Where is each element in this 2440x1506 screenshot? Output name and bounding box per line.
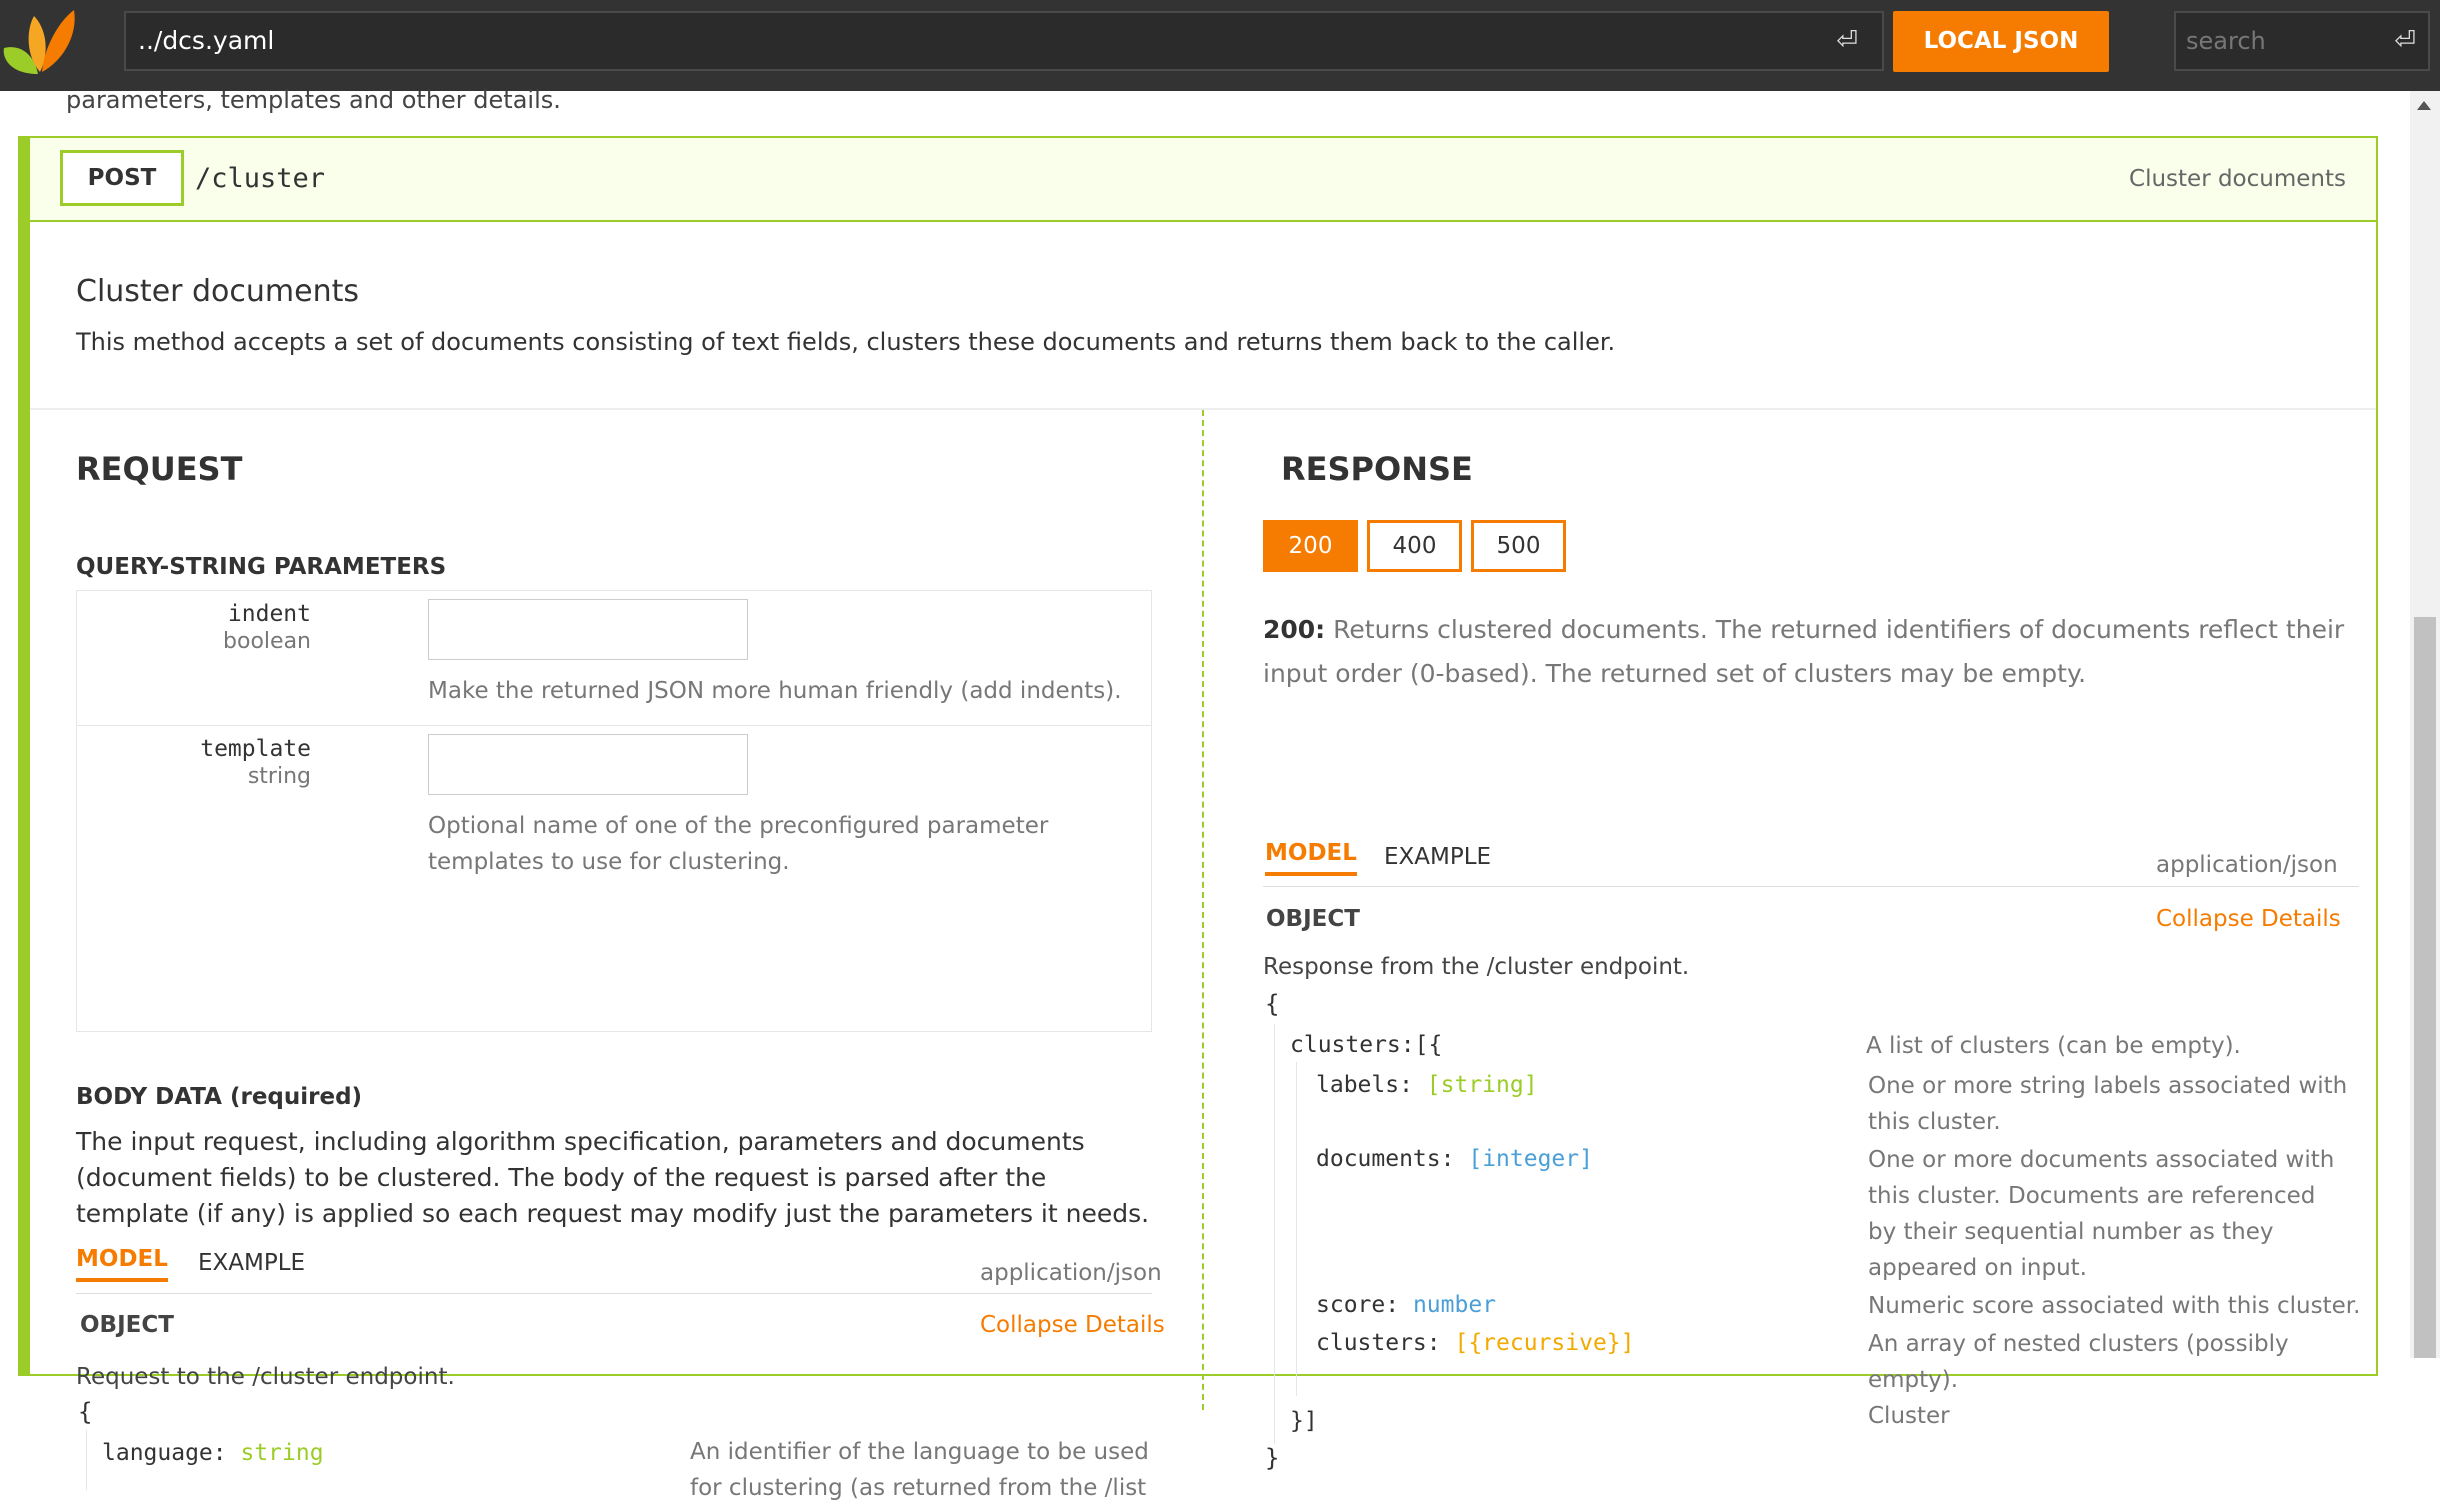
leaf-logo-icon[interactable] <box>0 0 80 82</box>
clusters-indent <box>1296 1062 1297 1396</box>
request-title: REQUEST <box>76 450 243 488</box>
method-badge-post[interactable]: POST <box>60 150 184 206</box>
search-placeholder: search <box>2186 27 2266 55</box>
status-text: Returns clustered documents. The returne… <box>1263 615 2345 688</box>
param-name: indent <box>227 601 311 627</box>
field-type[interactable]: [{recursive}] <box>1454 1330 1634 1356</box>
response-field-documents: documents: [integer] <box>1316 1146 1593 1172</box>
search-enter-icon[interactable]: ⏎ <box>2394 13 2416 69</box>
field-key: score: <box>1316 1292 1400 1318</box>
param-description: Optional name of one of the preconfigure… <box>428 813 1049 875</box>
response-model-description: Response from the /cluster endpoint. <box>1263 954 1690 980</box>
top-header: ../dcs.yaml ⏎ LOCAL JSON FILE search ⏎ <box>0 0 2440 115</box>
field-key: labels: <box>1316 1072 1413 1098</box>
query-params-table: indent boolean Make the returned JSON mo… <box>76 590 1152 1032</box>
field-key: documents: <box>1316 1146 1455 1172</box>
request-content-type: application/json <box>980 1260 1162 1286</box>
response-field-labels: labels: [string] <box>1316 1072 1538 1098</box>
field-type: [integer] <box>1468 1146 1593 1172</box>
request-field-language: language: string <box>102 1440 324 1466</box>
status-button-400[interactable]: 400 <box>1367 520 1462 572</box>
response-model-indent <box>1274 1024 1275 1444</box>
spec-url-input[interactable]: ../dcs.yaml ⏎ <box>124 11 1884 71</box>
operation-description: This method accepts a set of documents c… <box>76 328 1616 356</box>
field-type: [string] <box>1426 1072 1538 1098</box>
scroll-up-arrow-icon[interactable] <box>2417 101 2431 110</box>
request-open-brace: { <box>78 1398 93 1426</box>
tab-underline <box>1263 886 2359 887</box>
operation-header[interactable]: POST /cluster Cluster documents <box>30 138 2376 222</box>
field-description: One or more documents associated with th… <box>1868 1147 2335 1281</box>
field-open-bracket: [{ <box>1414 1032 1443 1058</box>
request-tab-example[interactable]: EXAMPLE <box>198 1250 305 1276</box>
scroll-thumb[interactable] <box>2414 617 2436 1358</box>
field-type: string <box>240 1440 324 1466</box>
request-field-description: An identifier of the language to be used… <box>690 1439 1149 1501</box>
query-string-title: QUERY-STRING PARAMETERS <box>76 554 447 580</box>
param-description: Make the returned JSON more human friend… <box>428 678 1122 704</box>
response-status-description: 200: Returns clustered documents. The re… <box>1263 608 2363 696</box>
response-field-clusters: clusters:[{ <box>1290 1032 1442 1058</box>
operation-summary: Cluster documents <box>2129 166 2346 192</box>
column-divider <box>1202 410 1204 1410</box>
template-input[interactable] <box>428 734 748 795</box>
param-row-indent: indent boolean Make the returned JSON mo… <box>77 591 1151 725</box>
status-label: 200: <box>1263 615 1326 644</box>
operation-path: /cluster <box>195 163 326 194</box>
response-object-label: OBJECT <box>1266 906 1360 932</box>
field-key: clusters: <box>1290 1032 1415 1058</box>
operation-panel: POST /cluster Cluster documents Cluster … <box>18 136 2378 1501</box>
field-key: clusters: <box>1316 1330 1441 1356</box>
response-tab-model[interactable]: MODEL <box>1265 840 1357 876</box>
field-type: number <box>1412 1292 1497 1318</box>
response-title: RESPONSE <box>1281 450 1473 488</box>
operation-title: Cluster documents <box>76 274 360 309</box>
param-type: string <box>247 764 311 789</box>
field-description: One or more string labels associated wit… <box>1868 1073 2348 1135</box>
tab-underline <box>76 1293 1152 1294</box>
request-model-indent <box>86 1430 87 1490</box>
search-input[interactable]: search ⏎ <box>2174 11 2430 71</box>
response-content-type: application/json <box>2156 852 2338 878</box>
status-button-200[interactable]: 200 <box>1263 520 1358 572</box>
response-field-nested-clusters: clusters: [{recursive}] <box>1316 1330 1635 1356</box>
param-name: template <box>200 736 311 762</box>
local-json-file-button[interactable]: LOCAL JSON FILE <box>1893 11 2109 115</box>
field-key: language: <box>102 1440 227 1466</box>
response-open-brace: { <box>1265 990 1280 1018</box>
request-collapse-details-link[interactable]: Collapse Details <box>980 1312 1165 1338</box>
request-model-description: Request to the /cluster endpoint. <box>76 1364 455 1390</box>
clusters-description: A list of clusters (can be empty). <box>1866 1033 2241 1059</box>
response-close-brace: } <box>1265 1444 1280 1472</box>
intro-text: parameters, templates and other details. <box>66 86 561 114</box>
body-data-title: BODY DATA (required) <box>76 1084 363 1110</box>
request-object-label: OBJECT <box>80 1312 174 1338</box>
response-field-score: score: number <box>1316 1292 1496 1318</box>
param-type: boolean <box>223 629 311 654</box>
url-enter-icon[interactable]: ⏎ <box>1836 13 1858 69</box>
response-collapse-details-link[interactable]: Collapse Details <box>2156 906 2341 932</box>
indent-input[interactable] <box>428 599 748 660</box>
page-scrollbar[interactable] <box>2410 91 2440 1358</box>
field-description-text: An array of nested clusters (possibly em… <box>1868 1331 2289 1393</box>
spec-url-value: ../dcs.yaml <box>138 26 275 55</box>
param-row-template: template string Optional name of one of … <box>77 725 1151 1032</box>
status-button-500[interactable]: 500 <box>1471 520 1566 572</box>
response-tab-example[interactable]: EXAMPLE <box>1384 844 1491 870</box>
field-description: Numeric score associated with this clust… <box>1868 1293 2361 1319</box>
field-ref-type: Cluster <box>1868 1403 1950 1429</box>
field-description: An array of nested clusters (possibly em… <box>1868 1326 2368 1434</box>
clusters-close-bracket: }] <box>1290 1408 1318 1434</box>
body-data-description: The input request, including algorithm s… <box>76 1127 1150 1228</box>
request-tab-model[interactable]: MODEL <box>76 1246 168 1282</box>
